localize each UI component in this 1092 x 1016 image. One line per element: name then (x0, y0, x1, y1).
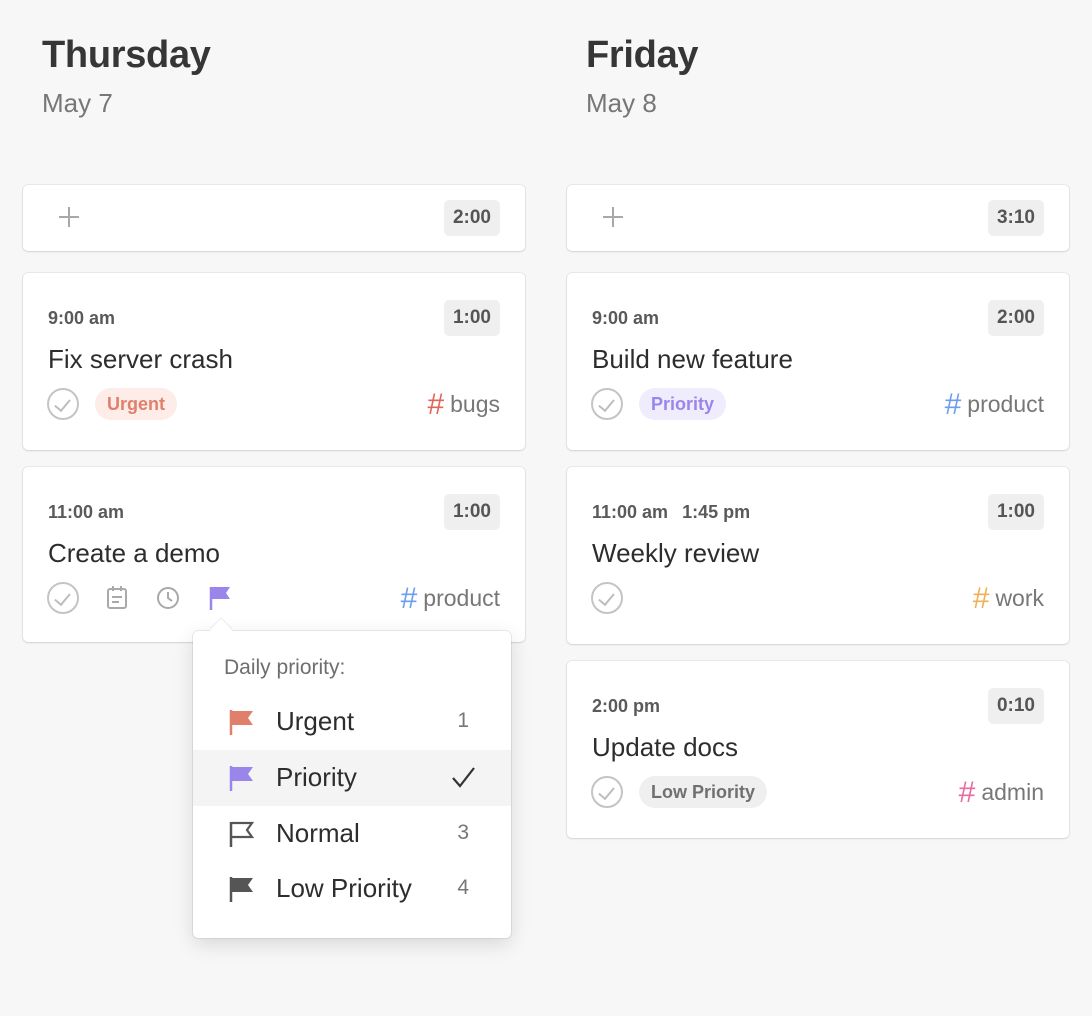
menu-item-low-priority[interactable]: Low Priority 4 (193, 861, 511, 917)
task-duration: 1:00 (987, 494, 1044, 530)
hash-icon: # (944, 388, 962, 421)
add-task-card[interactable]: 3:10 (567, 185, 1069, 251)
check-circle-icon[interactable] (47, 582, 79, 614)
checkmark-icon (452, 767, 475, 788)
task-duration: 2:00 (987, 300, 1044, 336)
flag-icon (229, 710, 253, 735)
priority-popover: Daily priority: Urgent 1 Priority Normal… (193, 618, 511, 938)
check-circle-icon[interactable] (591, 388, 623, 420)
flag-outline-icon (229, 821, 255, 847)
add-task-card[interactable]: 2:00 (23, 185, 525, 251)
tag-label[interactable]: # bugs (427, 387, 500, 422)
hash-icon: # (972, 582, 990, 615)
day-total-duration: 3:10 (987, 200, 1044, 236)
task-card[interactable]: 2:00 pm 0:10 Update docs Low Priority # a… (567, 661, 1069, 838)
day-total-duration: 2:00 (443, 200, 500, 236)
task-duration: 0:10 (987, 688, 1044, 724)
priority-badge[interactable]: Urgent (95, 388, 177, 420)
hash-icon: # (958, 776, 976, 809)
task-duration: 1:00 (443, 494, 500, 530)
task-title[interactable]: Update docs (592, 732, 738, 763)
task-time: 11:00 am (48, 502, 125, 522)
shortcut-key: 1 (457, 709, 469, 732)
task-card[interactable]: 9:00 am 1:00 Fix server crash Urgent # bu… (23, 273, 525, 450)
task-time: 2:00 pm (592, 696, 661, 716)
task-card[interactable]: 11:00 am 1:45 pm 1:00 Weekly review # work (567, 467, 1069, 644)
menu-item-priority[interactable]: Priority (193, 750, 511, 806)
flag-icon[interactable] (205, 583, 235, 613)
day-name: Friday (586, 34, 699, 76)
day-name: Thursday (42, 34, 211, 76)
shortcut-key: 3 (457, 821, 469, 844)
day-date: May 8 (586, 88, 657, 118)
task-time: 9:00 am (48, 308, 116, 328)
check-circle-icon[interactable] (591, 776, 623, 808)
tag-label[interactable]: # admin (959, 775, 1044, 810)
task-card[interactable]: 11:00 am 1:00 Create a demo # product (23, 467, 525, 642)
hash-icon: # (427, 388, 445, 421)
task-duration: 1:00 (443, 300, 500, 336)
task-time: 11:00 am 1:45 pm (592, 502, 751, 522)
task-title[interactable]: Weekly review (592, 538, 759, 569)
flag-icon (229, 766, 253, 791)
task-title[interactable]: Create a demo (48, 538, 220, 569)
task-time: 9:00 am (592, 308, 660, 328)
tag-label[interactable]: # product (945, 387, 1044, 422)
shortcut-key: 4 (457, 876, 469, 899)
task-title[interactable]: Fix server crash (48, 344, 233, 375)
hash-icon: # (400, 582, 418, 615)
priority-badge[interactable]: Priority (639, 388, 727, 420)
day-date: May 7 (42, 88, 113, 118)
priority-badge[interactable]: Low Priority (639, 776, 768, 808)
flag-icon (229, 877, 253, 902)
plus-icon[interactable] (601, 205, 625, 229)
clock-icon[interactable] (153, 583, 183, 613)
tag-label[interactable]: # product (401, 581, 500, 616)
menu-item-urgent[interactable]: Urgent 1 (193, 694, 511, 750)
plus-icon[interactable] (57, 205, 81, 229)
check-circle-icon[interactable] (47, 388, 79, 420)
task-card[interactable]: 9:00 am 2:00 Build new feature Priority … (567, 273, 1069, 450)
calendar-icon[interactable] (102, 583, 132, 613)
menu-item-normal[interactable]: Normal 3 (193, 806, 511, 862)
task-title[interactable]: Build new feature (592, 344, 793, 375)
tag-label[interactable]: # work (973, 581, 1044, 616)
check-circle-icon[interactable] (591, 582, 623, 614)
popover-title: Daily priority: (224, 656, 346, 679)
